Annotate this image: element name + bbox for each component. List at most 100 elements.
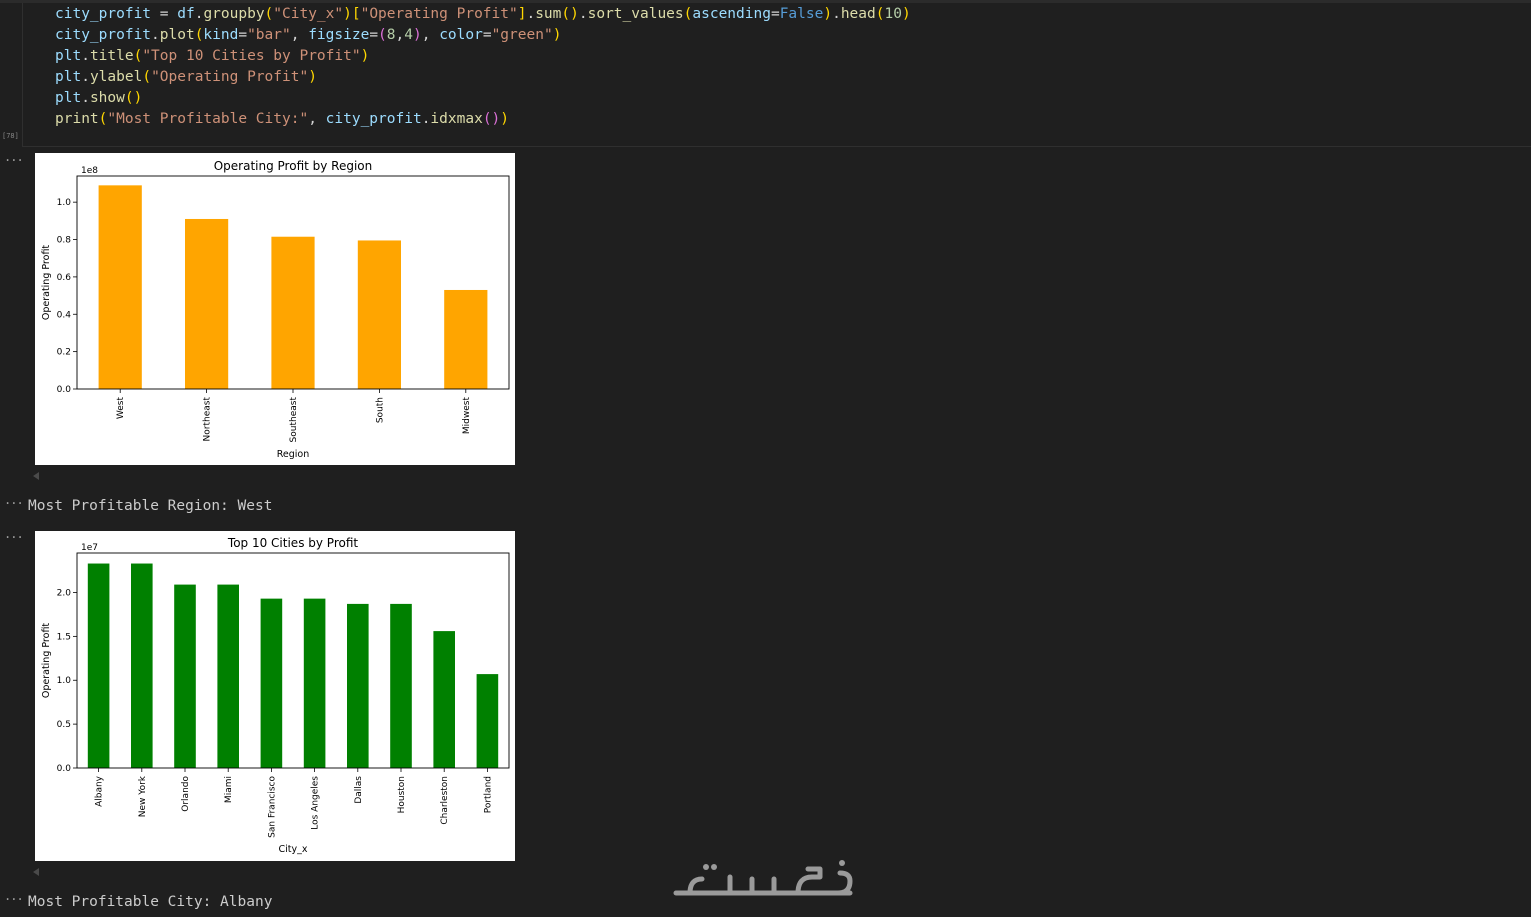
y-axis-label: Operating Profit	[41, 245, 52, 321]
code-line[interactable]: print("Most Profitable City:", city_prof…	[55, 109, 911, 130]
region-output-text: Most Profitable Region: West	[28, 498, 273, 514]
x-tick-label: Portland	[483, 776, 493, 813]
code-token: (	[142, 69, 152, 85]
x-tick-label: Orlando	[181, 776, 191, 812]
bar	[444, 289, 488, 389]
code-cell[interactable]: [78] city_profit = df.groupby("City_x")[…	[0, 0, 1531, 147]
cell-gutter	[22, 3, 23, 146]
code-token: "green"	[491, 27, 553, 43]
code-token: .	[151, 27, 160, 43]
x-tick-label: Miami	[224, 776, 234, 803]
output-collapse-icon[interactable]: ...	[4, 150, 24, 164]
x-tick-label: Dallas	[354, 776, 364, 804]
code-editor[interactable]: city_profit = df.groupby("City_x")["Oper…	[55, 4, 911, 130]
bar	[217, 584, 239, 768]
city-chart-figure: Top 10 Cities by Profit 1e7 0.0 0.5 1.0 1.5 2.…	[35, 531, 515, 861]
code-line[interactable]: plt.title("Top 10 Cities by Profit")	[55, 46, 911, 67]
x-tick-label: Charleston	[440, 776, 450, 825]
y-axis-label: Operating Profit	[41, 623, 52, 699]
code-token: =	[770, 6, 780, 22]
code-token: ,	[290, 27, 309, 43]
city-output-text: Most Profitable City: Albany	[28, 894, 273, 910]
bar	[131, 563, 153, 768]
code-token: (	[378, 27, 387, 43]
code-token: print	[55, 111, 99, 127]
code-token: "City_x"	[273, 6, 344, 22]
code-token: ()	[482, 111, 501, 127]
x-tick-label: Midwest	[462, 397, 472, 435]
cell-bottom-border	[22, 146, 1531, 147]
y-tick-label: 1.0	[57, 198, 72, 208]
output-collapse-icon[interactable]: ...	[4, 527, 24, 541]
code-token: title	[89, 48, 134, 64]
axis-offset-label: 1e7	[81, 543, 98, 553]
cell-top-border	[0, 0, 1531, 3]
code-token: "bar"	[247, 27, 291, 43]
code-token: ,	[395, 27, 405, 43]
code-token: )	[901, 6, 911, 22]
code-token: figsize	[308, 27, 370, 43]
code-token: =	[369, 27, 379, 43]
watermark-logo	[673, 860, 853, 896]
code-line[interactable]: city_profit.plot(kind="bar", figsize=(8,…	[55, 25, 911, 46]
execution-count: [78]	[2, 132, 19, 140]
bar	[185, 218, 229, 389]
code-token: )	[308, 69, 317, 85]
output-collapse-icon[interactable]: ...	[4, 493, 24, 507]
code-token: )	[500, 111, 510, 127]
code-token: ascending	[692, 6, 771, 22]
axis-offset-label: 1e8	[81, 166, 98, 176]
code-token: plt	[55, 90, 82, 106]
chart-title: Top 10 Cities by Profit	[227, 536, 358, 550]
scroll-left-icon[interactable]	[33, 868, 39, 876]
output-collapse-icon[interactable]: ...	[4, 889, 24, 903]
code-token: =	[151, 6, 178, 22]
scroll-left-icon[interactable]	[33, 472, 39, 480]
x-tick-label: Houston	[397, 776, 407, 813]
bar	[390, 603, 412, 768]
x-tick-label: Southeast	[289, 397, 299, 443]
code-token: .	[81, 69, 90, 85]
y-tick-label: 0.6	[57, 273, 72, 283]
code-token: .	[81, 90, 90, 106]
code-token: 8	[386, 27, 396, 43]
y-tick-label: 1.0	[57, 676, 72, 686]
code-token: ()	[124, 90, 143, 106]
bar	[174, 584, 196, 768]
code-token: plot	[159, 27, 195, 43]
y-tick-label: 1.5	[57, 632, 71, 642]
code-token: (	[264, 6, 274, 22]
bar	[260, 598, 283, 768]
code-line[interactable]: city_profit = df.groupby("City_x")["Oper…	[55, 4, 911, 25]
y-tick-label: 0.0	[57, 764, 72, 774]
y-tick-label: 0.4	[57, 310, 72, 320]
y-tick-label: 0.2	[57, 348, 71, 358]
code-token: kind	[203, 27, 239, 43]
code-token: ,	[421, 27, 440, 43]
bar	[87, 563, 110, 768]
x-tick-label: South	[375, 397, 385, 423]
code-line[interactable]: plt.ylabel("Operating Profit")	[55, 67, 911, 88]
bar	[476, 674, 499, 768]
code-token: ,	[308, 111, 326, 127]
code-token: plt	[55, 69, 82, 85]
code-token: )	[552, 27, 562, 43]
x-tick-label: Albany	[95, 775, 105, 807]
code-token: sum	[535, 6, 562, 22]
region-bar-chart: Operating Profit by Region 1e8 0.0 0.2 0.4 0.…	[41, 159, 510, 460]
code-token: .	[578, 6, 588, 22]
code-token: "Operating Profit"	[360, 6, 518, 22]
y-tick-label: 2.0	[57, 588, 72, 598]
code-token: )	[412, 27, 422, 43]
code-token: city_profit	[55, 6, 152, 22]
code-token: =	[482, 27, 492, 43]
code-line[interactable]: plt.show()	[55, 88, 911, 109]
code-token: city_profit	[325, 111, 422, 127]
code-token: color	[439, 27, 483, 43]
code-token: =	[238, 27, 248, 43]
code-token: city_profit	[55, 27, 152, 43]
code-token: groupby	[203, 6, 265, 22]
y-tick-label: 0.0	[57, 385, 72, 395]
code-token: head	[840, 6, 876, 22]
region-chart-figure: Operating Profit by Region 1e8 0.0 0.2 0.4 0.…	[35, 153, 515, 465]
